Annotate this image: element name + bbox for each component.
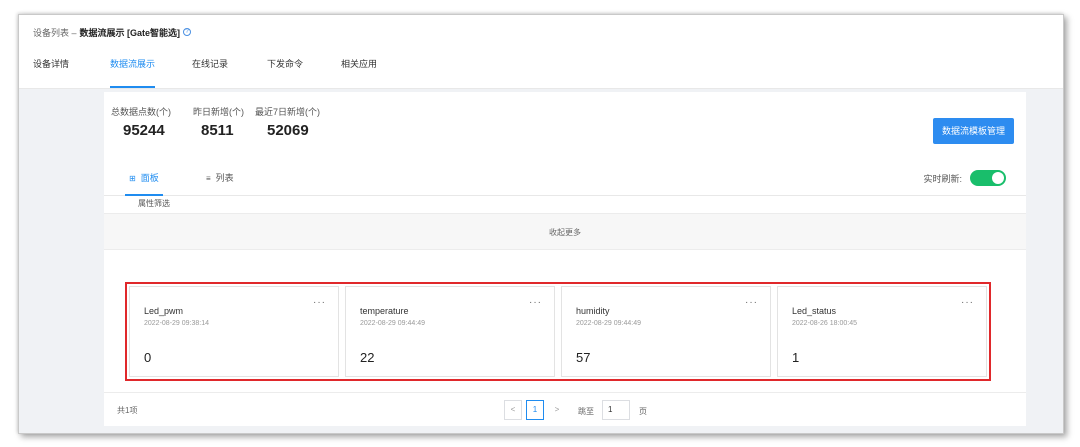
tab-online-records[interactable]: 在线记录: [192, 49, 228, 89]
stat-value: 52069: [267, 122, 309, 139]
app-window: 设备列表 – 数据流展示 [Gate智能选] ? 设备详情 数据流展示 在线记录…: [18, 14, 1064, 434]
datastream-card[interactable]: Led_status 2022-08-26 18:00:45 ··· 1: [777, 286, 987, 377]
stat-label: 最近7日新增(个): [255, 107, 320, 117]
datastream-cards-highlight: Led_pwm 2022-08-29 09:38:14 ··· 0 temper…: [125, 282, 991, 381]
datastream-template-button[interactable]: 数据流模板管理: [932, 118, 1014, 144]
attribute-filter-label: 属性筛选: [138, 199, 170, 208]
breadcrumb: 设备列表 – 数据流展示 [Gate智能选] ?: [19, 15, 1063, 49]
device-nav-tabs: 设备详情 数据流展示 在线记录 下发命令 相关应用: [19, 49, 1063, 89]
more-icon[interactable]: ···: [961, 297, 974, 308]
card-value: 0: [144, 350, 152, 365]
card-value: 57: [576, 350, 591, 365]
stat-7day-new: 最近7日新增(个) 52069: [255, 105, 320, 139]
tab-send-command[interactable]: 下发命令: [267, 49, 303, 89]
auto-refresh-toggle[interactable]: [970, 170, 1006, 186]
card-timestamp: 2022-08-29 09:44:49: [360, 320, 425, 327]
card-timestamp: 2022-08-29 09:38:14: [144, 320, 209, 327]
goto-page-input[interactable]: 1: [602, 400, 630, 420]
card-name: Led_pwm: [144, 306, 184, 316]
stat-label: 昨日新增(个): [193, 107, 244, 117]
goto-label: 跳至: [578, 407, 594, 416]
list-icon: ≡: [206, 174, 211, 183]
tab-label: 面板: [140, 173, 159, 183]
tab-panel-view[interactable]: ⊞ 面板: [125, 160, 163, 196]
datastream-card[interactable]: humidity 2022-08-29 09:44:49 ··· 57: [561, 286, 771, 377]
view-mode-tabs: ⊞ 面板 ≡ 列表 实时刷新:: [104, 160, 1026, 196]
card-timestamp: 2022-08-29 09:44:49: [576, 320, 641, 327]
tab-related-apps[interactable]: 相关应用: [341, 49, 377, 89]
tab-datastream[interactable]: 数据流展示: [110, 49, 156, 89]
tab-label: 列表: [215, 173, 234, 183]
card-value: 22: [360, 350, 375, 365]
stat-total-points: 总数据点数(个) 95244: [111, 105, 171, 139]
page-button-current[interactable]: 1: [526, 400, 544, 420]
breadcrumb-current: 数据流展示 [Gate智能选]: [79, 27, 181, 38]
card-name: temperature: [360, 306, 409, 316]
stats-summary: 总数据点数(个) 95244 昨日新增(个) 8511 最近7日新增(个) 52…: [104, 92, 1026, 160]
stat-yesterday-new: 昨日新增(个) 8511: [193, 105, 244, 139]
more-icon[interactable]: ···: [745, 297, 758, 308]
tab-list-view[interactable]: ≡ 列表: [206, 160, 234, 196]
datastream-panel: ⊞ 面板 ≡ 列表 实时刷新: 属性筛选 收起更多 Led_pwm 2022-08-…: [104, 160, 1026, 426]
collapse-more-bar[interactable]: 收起更多: [104, 213, 1026, 250]
stat-label: 总数据点数(个): [111, 107, 171, 117]
auto-refresh: 实时刷新:: [923, 170, 1006, 186]
breadcrumb-parent[interactable]: 设备列表 –: [33, 26, 77, 39]
more-icon[interactable]: ···: [529, 297, 542, 308]
next-page-button[interactable]: >: [548, 400, 566, 420]
more-icon[interactable]: ···: [313, 297, 326, 308]
card-name: humidity: [576, 306, 610, 316]
grid-icon: ⊞: [129, 174, 136, 183]
stat-value: 95244: [123, 122, 165, 139]
datastream-card[interactable]: temperature 2022-08-29 09:44:49 ··· 22: [345, 286, 555, 377]
auto-refresh-label: 实时刷新:: [923, 173, 962, 184]
pagination: 共1项 < 1 > 跳至 1 页: [104, 392, 1026, 426]
prev-page-button[interactable]: <: [504, 400, 522, 420]
pagination-total: 共1项: [117, 406, 138, 415]
card-name: Led_status: [792, 306, 837, 316]
page-suffix: 页: [639, 407, 647, 416]
stat-value: 8511: [201, 122, 234, 139]
datastream-card[interactable]: Led_pwm 2022-08-29 09:38:14 ··· 0: [129, 286, 339, 377]
tab-device-details[interactable]: 设备详情: [33, 49, 69, 89]
info-icon[interactable]: ?: [183, 28, 192, 36]
card-timestamp: 2022-08-26 18:00:45: [792, 320, 857, 327]
card-value: 1: [792, 350, 800, 365]
